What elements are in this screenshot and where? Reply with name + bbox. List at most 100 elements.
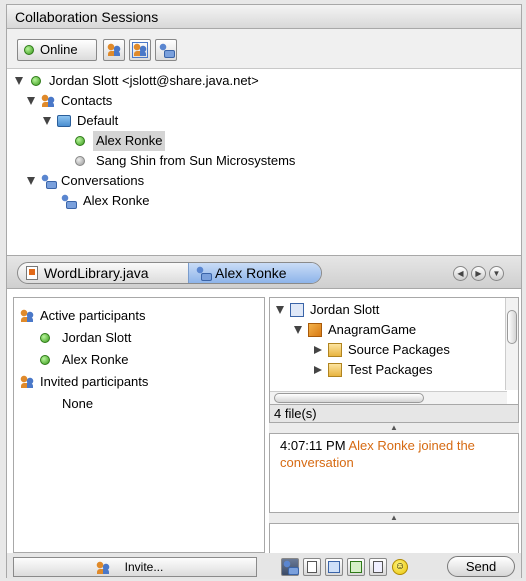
share-resource-button[interactable]	[347, 558, 365, 576]
contacts-icon	[41, 94, 55, 108]
vertical-scroll-thumb[interactable]	[507, 310, 517, 344]
tree-default-group-row[interactable]: Default	[43, 111, 243, 131]
collapse-triangle-icon[interactable]	[314, 366, 322, 374]
tab-label: Alex Ronke	[215, 265, 287, 281]
project-label: AnagramGame	[328, 322, 417, 337]
participants-icon	[20, 375, 34, 389]
tab-strip: WordLibrary.java Alex Ronke	[17, 262, 322, 284]
tree-contacts-row[interactable]: Contacts	[27, 91, 227, 111]
online-status-label: Online	[40, 42, 78, 57]
project-icon	[308, 323, 322, 337]
tab-menu-icon[interactable]: ▼	[489, 266, 504, 281]
invite-label: Invite...	[124, 560, 164, 574]
expand-triangle-icon[interactable]	[276, 306, 284, 314]
add-group-icon	[132, 42, 148, 58]
share-image-button[interactable]	[325, 558, 343, 576]
resource-icon	[350, 561, 362, 573]
vertical-scrollbar[interactable]	[505, 298, 518, 390]
package-folder-label: Test Packages	[348, 362, 433, 377]
invited-participant-name: None	[62, 396, 94, 411]
group-label: Default	[77, 113, 119, 128]
java-file-icon	[26, 266, 38, 280]
tab-label: WordLibrary.java	[44, 265, 149, 281]
splitter-handle-icon[interactable]: ▲	[269, 423, 519, 433]
contact-name: Alex Ronke	[93, 131, 166, 151]
package-folder-label: Source Packages	[348, 342, 450, 357]
collapse-triangle-icon[interactable]	[314, 346, 322, 354]
conversation-item[interactable]: Alex Ronke	[61, 191, 221, 211]
collaboration-window: Collaboration Sessions Online Jordan Slo…	[6, 4, 522, 579]
participant-name: Jordan Slott	[62, 330, 132, 345]
start-conversation-button[interactable]	[155, 39, 177, 61]
online-status-icon	[31, 76, 41, 86]
contact-item[interactable]: Alex Ronke	[75, 131, 235, 151]
add-contact-button[interactable]	[103, 39, 125, 61]
conversation-icon	[61, 194, 77, 209]
message-input[interactable]	[269, 523, 519, 555]
tab-alex-ronke[interactable]: Alex Ronke	[188, 263, 321, 283]
emoticon-button[interactable]: ☺	[391, 558, 409, 576]
online-status-button[interactable]: Online	[17, 39, 97, 61]
project-row[interactable]: AnagramGame	[294, 320, 494, 340]
expand-triangle-icon[interactable]	[15, 77, 23, 85]
conversation-icon	[159, 43, 175, 58]
horizontal-scroll-thumb[interactable]	[274, 393, 424, 403]
online-status-icon	[40, 355, 50, 365]
tab-wordlibrary[interactable]: WordLibrary.java	[18, 263, 188, 283]
conversations-label: Conversations	[61, 173, 145, 188]
participant-item[interactable]: Jordan Slott	[40, 328, 240, 348]
message-time: 4:07:11 PM	[280, 438, 346, 453]
folder-icon	[57, 115, 71, 127]
contacts-label: Contacts	[61, 93, 113, 108]
session-toolbar: Online	[7, 29, 521, 69]
diff-icon	[373, 561, 383, 573]
add-group-button[interactable]	[129, 39, 151, 61]
expand-triangle-icon[interactable]	[43, 117, 51, 125]
bottom-toolbar: Invite... ☺ Send	[7, 553, 521, 579]
online-status-icon	[40, 333, 50, 343]
participant-item[interactable]: Alex Ronke	[40, 350, 240, 370]
participant-name: Alex Ronke	[62, 352, 129, 367]
invited-participants-header: Invited participants	[20, 372, 240, 392]
session-tree: Jordan Slott <jslott@share.java.net> Con…	[7, 69, 521, 255]
tree-conversations-row[interactable]: Conversations	[27, 171, 227, 191]
invited-participant-item: None	[62, 394, 222, 414]
expand-triangle-icon[interactable]	[27, 97, 35, 105]
package-folder-row[interactable]: Source Packages	[314, 340, 504, 360]
chat-view-button[interactable]	[281, 558, 299, 576]
share-file-button[interactable]	[303, 558, 321, 576]
horizontal-scrollbar[interactable]	[270, 391, 507, 404]
conversation-icon	[196, 266, 212, 281]
smiley-icon: ☺	[392, 559, 408, 575]
add-contact-icon	[107, 43, 121, 57]
conversation-name: Alex Ronke	[83, 193, 150, 208]
user-icon	[290, 303, 304, 317]
online-status-icon	[75, 136, 85, 146]
tab-prev-icon[interactable]: ◀	[453, 266, 468, 281]
package-folder-row[interactable]: Test Packages	[314, 360, 504, 380]
splitter-handle-icon[interactable]: ▲	[269, 513, 519, 523]
file-icon	[307, 561, 317, 573]
tab-next-icon[interactable]: ▶	[471, 266, 486, 281]
share-diff-button[interactable]	[369, 558, 387, 576]
image-icon	[328, 561, 340, 573]
files-owner-row[interactable]: Jordan Slott	[276, 300, 476, 320]
expand-triangle-icon[interactable]	[27, 177, 35, 185]
shared-files-tree: Jordan Slott AnagramGame Source Packages…	[269, 297, 519, 405]
invite-button[interactable]: Invite...	[13, 557, 257, 577]
contact-item[interactable]: Sang Shin from Sun Microsystems	[75, 151, 395, 171]
expand-triangle-icon[interactable]	[294, 326, 302, 334]
package-folder-icon	[328, 363, 342, 377]
tree-account-row[interactable]: Jordan Slott <jslott@share.java.net>	[15, 71, 375, 91]
chat-transcript: 4:07:11 PM Alex Ronke joined the convers…	[269, 433, 519, 513]
file-count-label: 4 file(s)	[269, 405, 519, 423]
participants-icon	[20, 309, 34, 323]
editor-tab-bar: WordLibrary.java Alex Ronke ◀ ▶ ▼	[7, 255, 521, 289]
send-button[interactable]: Send	[447, 556, 515, 577]
conversation-icon	[283, 560, 299, 575]
account-label: Jordan Slott <jslott@share.java.net>	[49, 73, 259, 88]
active-participants-header: Active participants	[20, 306, 240, 326]
participants-panel: Active participants Jordan Slott Alex Ro…	[13, 297, 265, 553]
package-folder-icon	[328, 343, 342, 357]
panel-title: Collaboration Sessions	[7, 5, 521, 29]
